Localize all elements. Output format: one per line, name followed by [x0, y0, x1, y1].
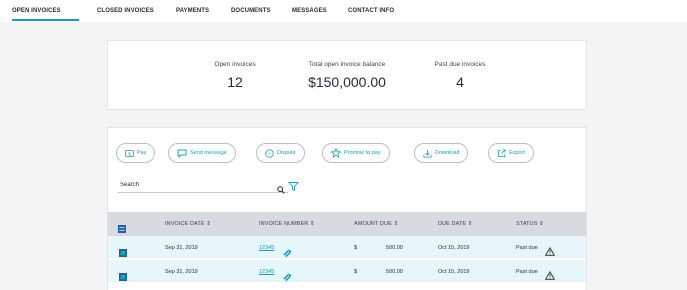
table-row[interactable]: Sep 31, 2019 12345 $ 500.00 Oct 15, 2019… [108, 236, 586, 259]
pay-label: Pay [137, 150, 147, 156]
tab-closed-invoices[interactable]: CLOSED INVOICES [97, 8, 154, 14]
summary-card: Open invoices 12 Total open invoice bala… [107, 40, 587, 110]
total-balance-value: $150,000.00 [308, 74, 386, 90]
col-amount-due[interactable]: AMOUNT DUE ⇕ [354, 221, 398, 227]
invoice-number-link[interactable]: 12345 [259, 245, 274, 251]
star-icon [331, 148, 341, 158]
attachment-icon[interactable] [283, 268, 291, 286]
tab-payments[interactable]: PAYMENTS [176, 8, 209, 14]
dollar-icon: $ [125, 149, 134, 158]
export-icon [497, 148, 506, 158]
table-row[interactable]: Sep 31, 2019 12345 $ 500.00 Oct 15, 2019… [108, 260, 586, 283]
send-message-label: Send message [190, 150, 227, 156]
top-nav: OPEN INVOICES CLOSED INVOICES PAYMENTS D… [0, 0, 687, 22]
search-icon[interactable] [277, 181, 285, 199]
invoice-date: Sep 31, 2019 [165, 269, 198, 275]
invoices-panel: $ Pay Send message ? Dispute Promise to … [107, 127, 587, 290]
download-icon [423, 149, 432, 158]
due-date: Oct 15, 2019 [438, 245, 470, 251]
promise-to-pay-label: Promise to pay [344, 150, 381, 156]
download-button[interactable]: Download [414, 143, 469, 163]
status-label: Past due [516, 245, 538, 251]
invoice-number-link[interactable]: 12345 [259, 269, 274, 275]
amount-currency: $ [354, 269, 358, 275]
message-icon [177, 149, 187, 158]
tab-contact-info[interactable]: CONTACT INFO [348, 8, 394, 14]
tab-messages[interactable]: MESSAGES [292, 8, 327, 14]
col-invoice-number[interactable]: INVOICE NUMBER ⇕ [259, 221, 315, 227]
past-due-value: 4 [456, 74, 464, 90]
dispute-button[interactable]: ? Dispute [256, 143, 305, 163]
invoice-date: Sep 31, 2019 [165, 245, 198, 251]
row-checkbox[interactable] [119, 268, 127, 286]
export-button[interactable]: Export [488, 143, 534, 163]
pay-button[interactable]: $ Pay [116, 143, 156, 163]
search-input[interactable] [120, 180, 260, 190]
past-due-label: Past due invoices [434, 61, 486, 68]
open-invoices-label: Open invoices [214, 61, 256, 68]
col-invoice-date[interactable]: INVOICE DATE ⇕ [165, 221, 211, 227]
table-header: INVOICE DATE ⇕ INVOICE NUMBER ⇕ AMOUNT D… [108, 212, 586, 236]
status-label: Past due [516, 269, 538, 275]
dispute-label: Dispute [277, 150, 296, 156]
col-due-date[interactable]: DUE DATE ⇕ [438, 221, 473, 227]
export-label: Export [509, 150, 525, 156]
svg-text:?: ? [268, 151, 271, 157]
open-invoices-value: 12 [227, 74, 243, 90]
tab-open-invoices[interactable]: OPEN INVOICES [12, 8, 61, 14]
amount-due: 500.00 [386, 269, 403, 275]
promise-to-pay-button[interactable]: Promise to pay [322, 143, 390, 163]
due-date: Oct 15, 2019 [438, 269, 470, 275]
amount-currency: $ [354, 245, 358, 251]
tab-documents[interactable]: DOCUMENTS [231, 8, 271, 14]
col-status[interactable]: STATUS ⇕ [516, 221, 544, 227]
warning-icon [544, 243, 556, 261]
warning-icon [544, 267, 556, 285]
svg-text:$: $ [128, 151, 131, 157]
send-message-button[interactable]: Send message [168, 143, 236, 163]
amount-due: 500.00 [386, 245, 403, 251]
active-tab-indicator [12, 19, 79, 21]
question-icon: ? [265, 148, 274, 158]
filter-icon[interactable] [288, 179, 299, 197]
download-label: Download [435, 150, 460, 156]
search-field [118, 177, 288, 194]
total-balance-label: Total open invoice balance [308, 61, 386, 68]
